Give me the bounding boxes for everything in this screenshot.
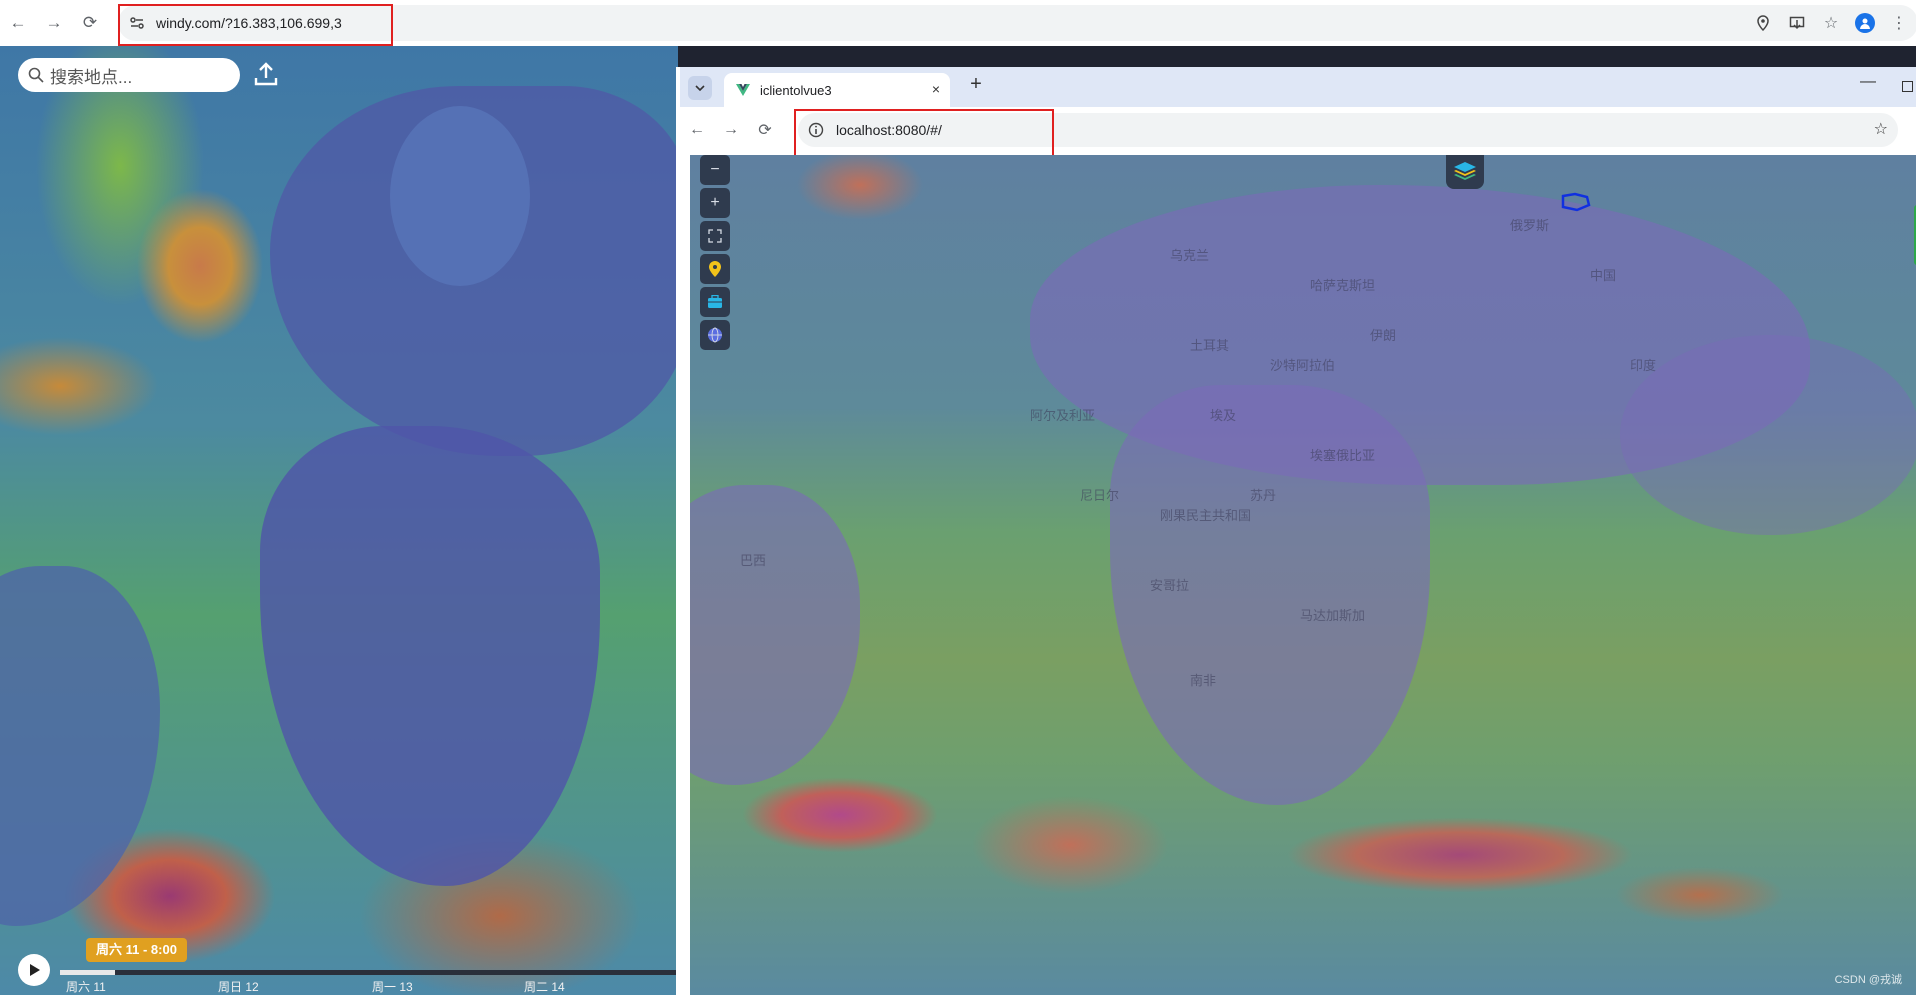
map-label: 乌克兰: [1170, 248, 1210, 263]
map-label: 伊朗: [1370, 328, 1397, 343]
vue-favicon-icon: [736, 84, 750, 96]
tab-close-button[interactable]: ×: [932, 81, 940, 97]
toolbox-button[interactable]: [700, 287, 730, 317]
new-tab-button[interactable]: +: [962, 73, 990, 101]
map-landmass-south-america: [0, 566, 160, 926]
search-placeholder: 搜索地点...: [50, 67, 133, 87]
globe-icon: [708, 327, 722, 343]
iclient-map-canvas[interactable]: 俄罗斯 哈萨克斯坦 印度 中国 阿尔及利亚 埃及 苏丹 尼日尔 刚果民主共和国 …: [690, 155, 1916, 995]
map-label: 土耳其: [1190, 338, 1230, 353]
reload-icon: ⟳: [758, 122, 772, 139]
layers-icon: [1454, 162, 1476, 180]
map-landmass-south-america: [690, 485, 860, 785]
map-label: 阿尔及利亚: [1030, 408, 1096, 423]
location-pin-button[interactable]: [700, 254, 730, 284]
inner-browser-window: iclientolvue3 × + — ← → ⟳ localhost:8080…: [676, 67, 1916, 995]
map-label: 苏丹: [1250, 488, 1277, 503]
map-label: 中国: [1590, 268, 1617, 283]
map-label: 安哥拉: [1150, 578, 1190, 593]
map-landmass-scandinavia: [390, 106, 530, 286]
globe-button[interactable]: [700, 320, 730, 350]
inner-back-button[interactable]: ←: [680, 107, 714, 153]
inner-tab-strip: iclientolvue3 × + —: [680, 67, 1916, 107]
map-label: 马达加斯加: [1300, 608, 1366, 623]
windy-search-box[interactable]: 搜索地点...: [18, 58, 240, 92]
bookmark-star-icon[interactable]: ☆: [1874, 119, 1888, 139]
map-label: 俄罗斯: [1510, 218, 1550, 233]
highlight-box: [118, 4, 393, 46]
timeline-progress: [60, 970, 115, 975]
avatar: [1855, 13, 1875, 33]
forward-arrow-icon: →: [723, 121, 739, 138]
map-landmass-africa: [260, 426, 600, 886]
fullscreen-button[interactable]: [700, 221, 730, 251]
tab-search-dropdown[interactable]: [688, 76, 712, 100]
more-menu-icon[interactable]: ⋮: [1882, 0, 1916, 46]
play-icon: [30, 964, 40, 976]
zoom-in-button[interactable]: +: [700, 188, 730, 218]
inner-address-toolbar: ← → ⟳ localhost:8080/#/ ☆: [680, 107, 1916, 159]
map-label: 南非: [1190, 673, 1217, 688]
map-label: 埃及: [1210, 408, 1237, 423]
zoom-out-button[interactable]: −: [700, 155, 730, 185]
play-button[interactable]: [18, 954, 50, 986]
map-label: 哈萨克斯坦: [1310, 278, 1376, 293]
timeline-day-label[interactable]: 周二 14: [524, 978, 565, 995]
timeline-day-label[interactable]: 周一 13: [372, 978, 413, 995]
inner-reload-button[interactable]: ⟳: [748, 107, 782, 153]
map-label: 巴西: [740, 553, 767, 568]
bookmark-star-icon[interactable]: ☆: [1814, 0, 1848, 46]
search-icon: [28, 67, 44, 83]
drawn-polygon[interactable]: [1560, 191, 1592, 213]
map-toolbar: − +: [700, 155, 730, 353]
watermark-text: CSDN @戎诚: [1834, 974, 1902, 986]
map-label: 刚果民主共和国: [1160, 508, 1252, 523]
map-label: 尼日尔: [1080, 488, 1120, 503]
inner-forward-button[interactable]: →: [714, 107, 748, 153]
toolbar-right-icons: ☆ ⋮: [1746, 0, 1916, 46]
map-landmass-asia: [1620, 335, 1916, 535]
windy-map[interactable]: 搜索地点... 周六 11 - 8:00 周六 11 周日 12 周一 13 周…: [0, 46, 678, 995]
map-label: 沙特阿拉伯: [1270, 358, 1336, 373]
outer-browser-toolbar: ← → ⟳ windy.com/?16.383,106.699,3 ☆ ⋮: [0, 0, 1916, 46]
browser-tab-iclientolvue3[interactable]: iclientolvue3 ×: [724, 73, 950, 107]
share-upload-icon[interactable]: [252, 60, 280, 88]
current-time-badge: 周六 11 - 8:00: [86, 938, 187, 962]
timeline-track[interactable]: [60, 970, 678, 975]
reload-icon: ⟳: [82, 13, 98, 32]
profile-icon[interactable]: [1848, 0, 1882, 46]
fullscreen-icon: [708, 229, 722, 243]
layers-button[interactable]: [1446, 155, 1484, 189]
reload-button[interactable]: ⟳: [72, 0, 108, 46]
highlight-box: [794, 109, 1054, 159]
forward-button[interactable]: →: [36, 0, 72, 46]
location-icon[interactable]: [1746, 0, 1780, 46]
location-pin-icon: [709, 261, 721, 277]
timeline-day-label[interactable]: 周六 11: [66, 978, 106, 995]
map-landmass-africa: [1110, 385, 1430, 805]
back-arrow-icon: ←: [689, 121, 705, 138]
minus-icon: −: [710, 161, 720, 178]
back-arrow-icon: ←: [9, 13, 27, 32]
toolbox-icon: [708, 295, 722, 308]
back-button[interactable]: ←: [0, 0, 36, 46]
map-label: 埃塞俄比亚: [1310, 448, 1376, 463]
map-label: 印度: [1630, 358, 1657, 373]
forward-arrow-icon: →: [45, 13, 63, 32]
windy-timeline[interactable]: 周六 11 - 8:00 周六 11 周日 12 周一 13 周二 14: [0, 938, 678, 995]
maximize-button[interactable]: [1902, 81, 1913, 92]
timeline-day-label[interactable]: 周日 12: [218, 978, 259, 995]
plus-icon: +: [710, 194, 720, 211]
tab-title: iclientolvue3: [760, 82, 832, 98]
install-app-icon[interactable]: [1780, 0, 1814, 46]
minimize-button[interactable]: —: [1860, 73, 1876, 91]
chevron-down-icon: [695, 85, 705, 92]
